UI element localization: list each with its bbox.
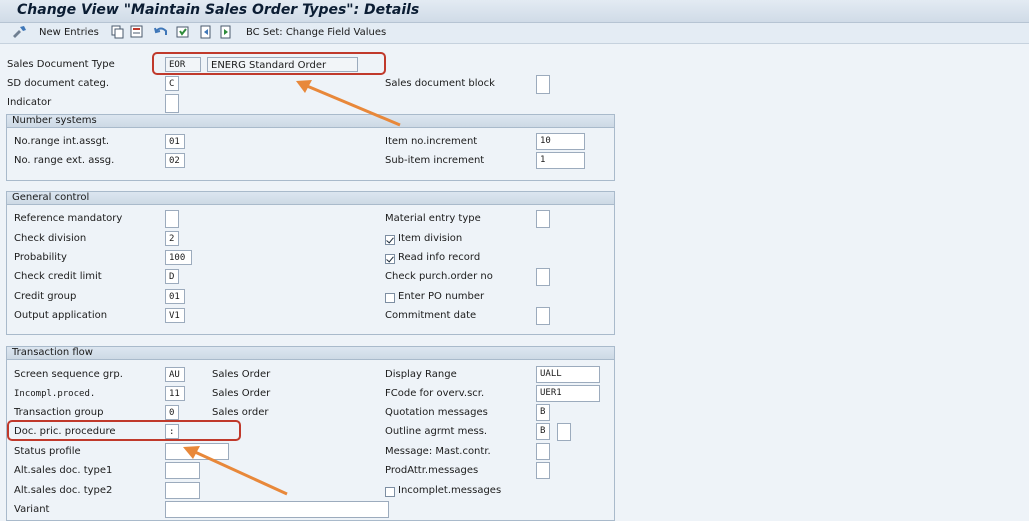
arrow-to-sales-document-type: [296, 80, 401, 127]
arrow-to-doc-pricing-procedure: [183, 446, 288, 496]
annotation-arrows: [183, 80, 401, 496]
